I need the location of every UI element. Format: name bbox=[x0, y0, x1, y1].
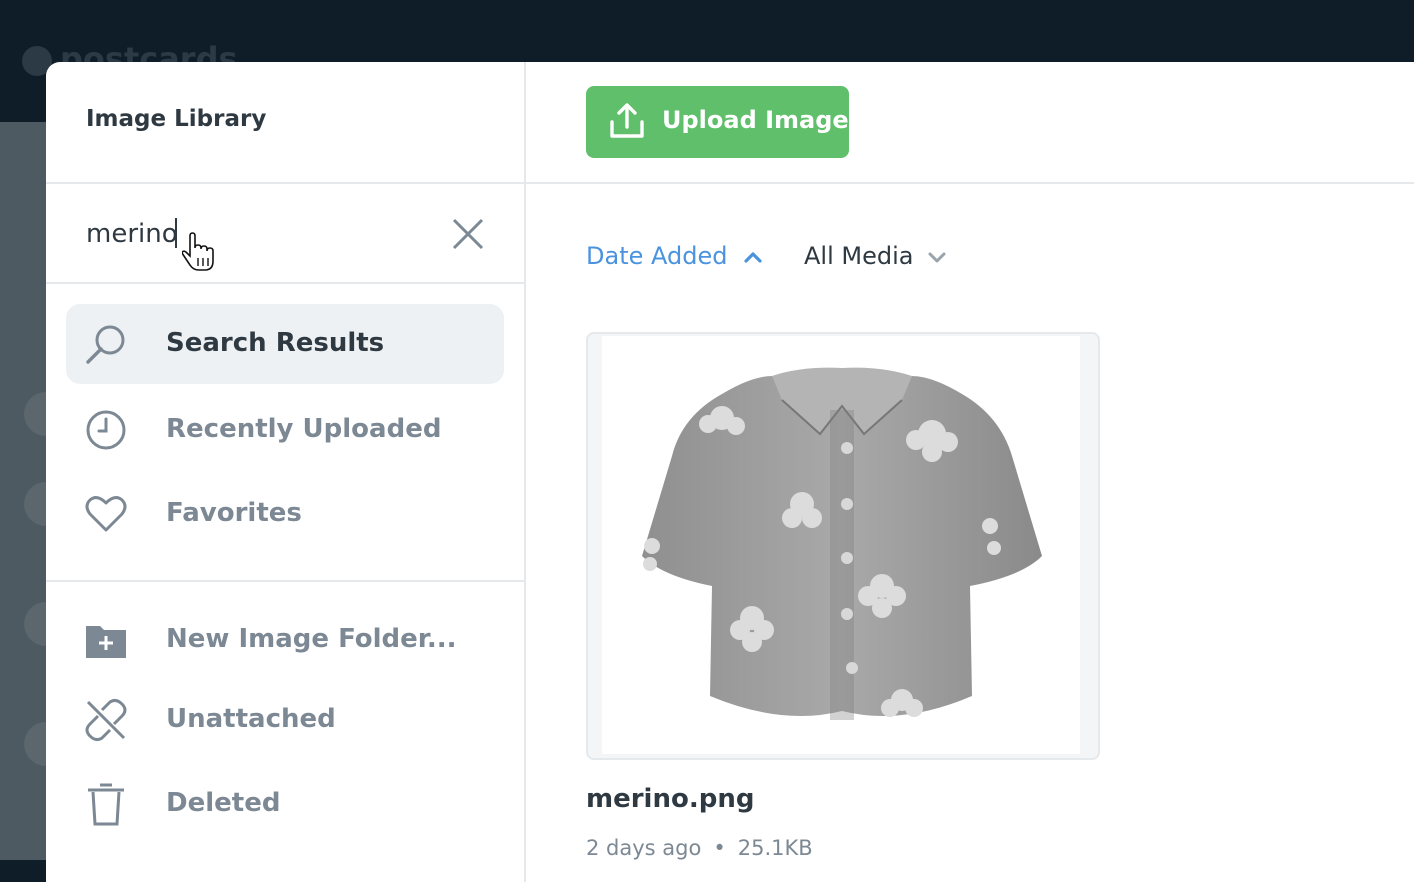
nav-item-label: Deleted bbox=[166, 788, 281, 818]
nav-item-favorites[interactable]: Favorites bbox=[66, 474, 504, 558]
trash-icon bbox=[88, 783, 124, 826]
text-caret bbox=[175, 218, 177, 248]
shirt-image bbox=[642, 367, 1042, 720]
main-header: Upload Image bbox=[526, 62, 1414, 184]
media-filter-label: All Media bbox=[804, 242, 914, 270]
nav-item-label: Favorites bbox=[166, 498, 302, 528]
heart-icon bbox=[85, 496, 127, 532]
nav-item-search-results[interactable]: Search Results bbox=[66, 304, 504, 384]
nav-item-new-folder[interactable]: New Image Folder... bbox=[66, 600, 504, 684]
clear-search-icon[interactable] bbox=[448, 214, 488, 254]
modal-title: Image Library bbox=[86, 106, 267, 132]
image-card[interactable] bbox=[586, 332, 1100, 760]
nav-item-unattached[interactable]: Unattached bbox=[66, 680, 504, 764]
folder-plus-icon bbox=[86, 626, 126, 658]
background-sidebar bbox=[0, 122, 46, 860]
file-name: merino.png bbox=[586, 784, 755, 814]
upload-image-button[interactable]: Upload Image bbox=[586, 86, 849, 158]
media-type-dropdown[interactable]: All Media bbox=[804, 242, 947, 270]
upload-button-label: Upload Image bbox=[662, 106, 849, 134]
library-nav: Search Results Recently Uploaded Favorit… bbox=[46, 284, 524, 848]
nav-item-label: New Image Folder... bbox=[166, 624, 457, 654]
image-library-modal: Image Library Search Result bbox=[46, 62, 1414, 882]
file-size: 25.1KB bbox=[737, 836, 813, 860]
hand-cursor-icon bbox=[182, 232, 214, 271]
sort-label: Date Added bbox=[586, 242, 728, 270]
sidebar-header: Image Library bbox=[46, 62, 524, 184]
chevron-down-icon bbox=[928, 252, 946, 263]
upload-icon bbox=[610, 103, 644, 138]
nav-item-label: Recently Uploaded bbox=[166, 414, 442, 444]
sort-date-added-dropdown[interactable]: Date Added bbox=[586, 242, 763, 270]
chevron-up-icon bbox=[744, 252, 763, 263]
sidebar-divider bbox=[46, 580, 524, 582]
nav-item-recently-uploaded[interactable]: Recently Uploaded bbox=[66, 390, 504, 474]
file-meta: 2 days ago • 25.1KB bbox=[586, 836, 813, 860]
search-icon bbox=[86, 325, 125, 364]
search-input[interactable] bbox=[86, 214, 416, 254]
meta-separator: • bbox=[713, 836, 726, 860]
search-bar bbox=[46, 184, 524, 284]
file-age: 2 days ago bbox=[586, 836, 702, 860]
nav-item-label: Search Results bbox=[166, 328, 385, 358]
image-thumbnail bbox=[602, 336, 1080, 754]
nav-item-label: Unattached bbox=[166, 704, 336, 734]
filter-bar: Date Added All Media bbox=[526, 184, 1414, 334]
library-main: Upload Image Date Added All Media merino… bbox=[526, 62, 1414, 882]
library-sidebar: Image Library Search Result bbox=[46, 62, 526, 882]
nav-item-deleted[interactable]: Deleted bbox=[66, 764, 504, 848]
clock-icon bbox=[86, 410, 126, 450]
unlink-icon bbox=[85, 698, 127, 742]
